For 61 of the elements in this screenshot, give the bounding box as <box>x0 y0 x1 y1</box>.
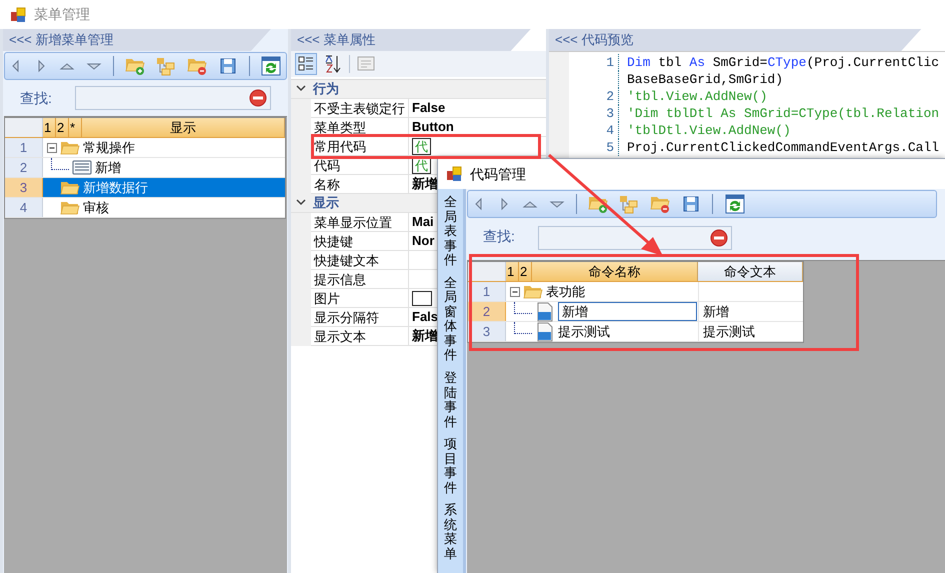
search-label: 查找: <box>483 226 516 246</box>
property-name: 显示文本 <box>311 327 409 346</box>
line-number: 4 <box>569 122 619 139</box>
code-value-box[interactable]: 代 <box>412 138 431 154</box>
side-tab[interactable]: 登陆事件 <box>444 371 457 430</box>
column-header[interactable]: 命令文本 <box>698 262 803 281</box>
tree-item[interactable]: 新增数据行 <box>83 178 148 198</box>
search-label: 查找: <box>20 88 53 108</box>
code-line: 'Dim tblDtl As SmGrid=CType(tbl.Relation <box>626 104 940 123</box>
property-value[interactable]: 新增 <box>412 326 438 346</box>
property-value[interactable]: Button <box>412 117 454 137</box>
property-value[interactable]: Fals <box>412 307 438 327</box>
tree-item[interactable]: 常规操作 <box>83 138 135 158</box>
property-value[interactable]: 新增 <box>412 174 438 194</box>
property-value[interactable]: False <box>412 98 446 118</box>
code-line: BaseBaseGrid,SmGrid) <box>626 70 784 89</box>
property-value[interactable]: Mai <box>412 212 434 232</box>
code-line: Dim tbl As SmGrid=CType(Proj.CurrentClic <box>626 54 940 72</box>
line-number: 1 <box>569 54 619 71</box>
property-value[interactable]: Nor <box>412 231 434 251</box>
column-header[interactable]: 命令名称 <box>532 262 698 281</box>
property-name: 名称 <box>311 175 409 194</box>
side-tab[interactable]: 全局表事件 <box>444 195 457 268</box>
line-number: 2 <box>569 88 619 105</box>
dialog-title: 代码管理 <box>470 164 526 184</box>
column-header[interactable]: 2 <box>56 118 69 137</box>
category-title[interactable]: 行为 <box>311 79 339 99</box>
row-number[interactable]: 2 <box>5 158 43 177</box>
side-tab[interactable]: 全局窗体事件 <box>444 276 457 364</box>
row-number[interactable]: 1 <box>468 282 506 301</box>
column-header[interactable]: 1 <box>506 262 519 281</box>
row-number[interactable]: 2 <box>468 302 506 321</box>
table-cell: 提示测试 <box>698 322 803 341</box>
row-number[interactable]: 3 <box>468 322 506 341</box>
panel-title: <<< 代码预览 <box>555 31 634 50</box>
property-name: 常用代码 <box>311 137 409 156</box>
tree-item[interactable]: 提示测试 <box>558 322 610 342</box>
panel-title: <<< 菜单属性 <box>297 31 376 50</box>
code-line: 'tbl.View.AddNew() <box>626 88 768 106</box>
column-header[interactable]: 1 <box>43 118 56 137</box>
row-number[interactable]: 3 <box>5 178 43 197</box>
line-number: 3 <box>569 105 619 122</box>
column-header[interactable]: 显示 <box>82 118 285 137</box>
column-header[interactable]: * <box>69 118 82 137</box>
tree-item[interactable]: 审核 <box>83 198 109 218</box>
row-number[interactable]: 4 <box>5 198 43 217</box>
row-number[interactable]: 1 <box>5 138 43 157</box>
category-title[interactable]: 显示 <box>311 193 339 213</box>
table-cell: 新增 <box>698 302 803 321</box>
tree-item[interactable]: 新增 <box>95 158 121 178</box>
side-tab[interactable]: 项目事件 <box>444 437 457 496</box>
tree-item[interactable]: 表功能 <box>546 282 585 302</box>
edit-field[interactable]: 新增 <box>558 302 697 321</box>
code-line: 'tblDtl.View.AddNew() <box>626 122 791 140</box>
panel-title: <<< 新增菜单管理 <box>9 31 114 50</box>
line-number: 5 <box>569 139 619 156</box>
window-title: 菜单管理 <box>34 5 90 24</box>
selected-tree-cell[interactable]: 新增数据行 <box>43 178 285 197</box>
side-tab[interactable]: 系统菜单 <box>444 503 457 562</box>
code-line: Proj.CurrentClickedCommandEventArgs.Call <box>626 138 940 157</box>
column-header[interactable]: 2 <box>519 262 532 281</box>
